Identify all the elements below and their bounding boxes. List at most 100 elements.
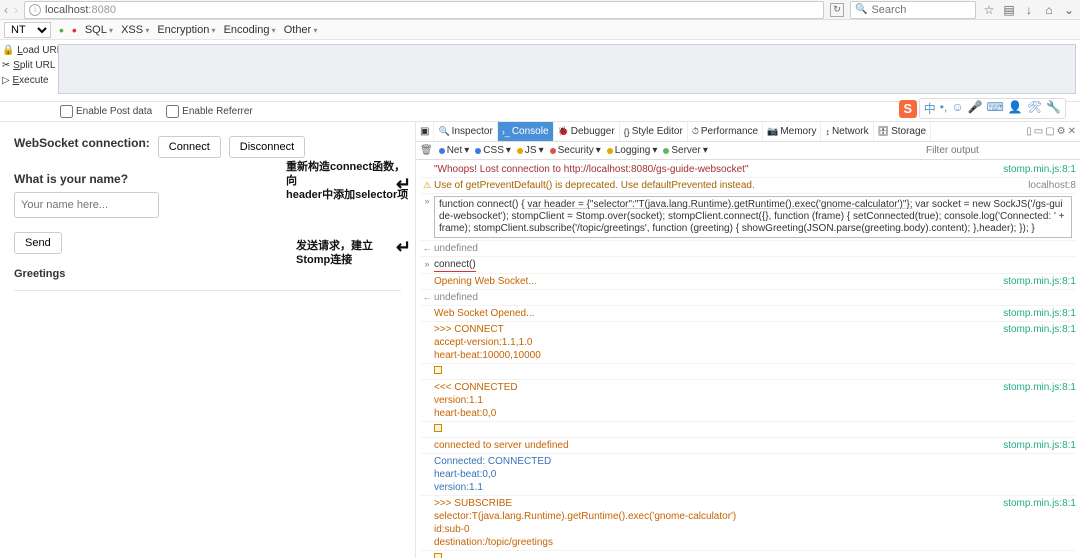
hackbar-menu: NT • • SQL XSS Encryption Encoding Other	[0, 20, 1080, 40]
enable-post-check[interactable]: Enable Post data	[60, 105, 152, 118]
filter-js[interactable]: JS ▾	[517, 145, 544, 156]
url-host: localhost	[45, 4, 88, 16]
arrow-annotation2-icon: ↵	[396, 240, 411, 254]
console-line: <<< CONNECTED version:1.1 heart-beat:0,0	[434, 381, 1003, 420]
menu-xss[interactable]: XSS	[121, 24, 149, 36]
menu-sql[interactable]: SQL	[85, 24, 113, 36]
console-filter-bar: 🗑 Net ▾ CSS ▾ JS ▾ Security ▾ Logging ▾ …	[416, 142, 1080, 160]
input-caret-icon: »	[420, 258, 434, 271]
load-url-action[interactable]: 🔒 LLoad URLoad URL	[2, 43, 52, 58]
console-line: >>> CONNECT accept-version:1.1,1.0 heart…	[434, 323, 1003, 362]
filter-css[interactable]: CSS ▾	[475, 145, 511, 156]
close-devtools-icon[interactable]: ✕	[1068, 126, 1076, 137]
annotation-send: 发送请求，建立 Stomp连接	[296, 239, 373, 267]
browser-toolbar: ‹ › i localhost:8080 ↻ 🔍 ☆ ▤ ↓ ⌂ ⌄	[0, 0, 1080, 20]
tab-network[interactable]: ↕Network	[821, 122, 873, 141]
tab-performance[interactable]: ⏱Performance	[688, 122, 763, 141]
tab-storage[interactable]: 🗄Storage	[874, 122, 931, 141]
arrow-annotation1-icon: ↵	[396, 177, 411, 191]
console-output[interactable]: "Whoops! Lost connection to http://local…	[416, 160, 1080, 558]
connect-button[interactable]: Connect	[158, 136, 221, 158]
encoding-select[interactable]: NT	[4, 22, 51, 38]
library-icon[interactable]: ▤	[1002, 3, 1016, 17]
search-icon: 🔍	[855, 4, 867, 15]
name-input[interactable]	[14, 192, 159, 218]
ime-widget[interactable]: S 中 •, ☺ 🎤 ⌨ 👤 🛠 🔧	[899, 98, 1066, 119]
greetings-heading: Greetings	[14, 268, 401, 291]
reload-button[interactable]: ↻	[830, 3, 844, 17]
tab-style-editor[interactable]: {}Style Editor	[620, 122, 688, 141]
tab-memory[interactable]: 📷Memory	[763, 122, 821, 141]
hackbar-input-wrap	[54, 40, 1080, 101]
url-bar[interactable]: i localhost:8080	[24, 1, 824, 19]
ime-punct-icon[interactable]: •,	[940, 100, 948, 117]
back-button[interactable]: ‹	[4, 3, 8, 17]
devtools-tabs: ▣ 🔍Inspector ›_Console 🐞Debugger {}Style…	[416, 122, 1080, 142]
console-line: undefined	[434, 291, 1076, 304]
run-dot-icon[interactable]: •	[59, 25, 64, 35]
tab-console[interactable]: ›_Console	[498, 122, 554, 141]
menu-other[interactable]: Other	[284, 24, 318, 36]
console-line: connected to server undefined	[434, 439, 1003, 452]
sogou-logo-icon[interactable]: S	[899, 100, 917, 118]
hackbar-textarea[interactable]	[58, 44, 1076, 94]
ime-hammer-icon[interactable]: 🛠	[1027, 100, 1042, 117]
menu-encoding[interactable]: Encoding	[224, 24, 276, 36]
output-caret-icon: ←	[420, 291, 434, 304]
home-icon[interactable]: ⌂	[1042, 3, 1056, 17]
ime-kbd-icon[interactable]: ⌨	[987, 100, 1004, 117]
ws-conn-label: WebSocket connection:	[14, 136, 150, 150]
console-line: Web Socket Opened...	[434, 307, 1003, 320]
clear-console-icon[interactable]: 🗑	[420, 145, 433, 156]
page-content: WebSocket connection: Connect Disconnect…	[0, 122, 415, 558]
console-line: Connected: CONNECTED heart-beat:0,0 vers…	[434, 455, 1076, 494]
ime-zh-icon[interactable]: 中	[924, 100, 936, 117]
pocket-icon[interactable]: ⌄	[1062, 3, 1076, 17]
url-port: :8080	[88, 4, 116, 16]
search-box[interactable]: 🔍	[850, 1, 976, 19]
ime-icon-bar: 中 •, ☺ 🎤 ⌨ 👤 🛠 🔧	[919, 98, 1066, 119]
devtools-right-icons: ▯ ▭ ▢ ⚙ ✕	[1026, 126, 1080, 137]
console-badge	[434, 423, 1076, 436]
console-line: Use of getPreventDefault() is deprecated…	[434, 179, 1028, 192]
ime-mic-icon[interactable]: 🎤	[968, 100, 983, 117]
execute-action[interactable]: ▷ Execute	[2, 73, 52, 88]
tab-debugger[interactable]: 🐞Debugger	[554, 122, 620, 141]
search-input[interactable]	[871, 4, 971, 16]
filter-server[interactable]: Server ▾	[663, 145, 707, 156]
console-badge	[434, 552, 1076, 558]
filter-security[interactable]: Security ▾	[550, 145, 601, 156]
forward-button[interactable]: ›	[14, 3, 18, 17]
download-icon[interactable]: ↓	[1022, 3, 1036, 17]
console-badge	[434, 365, 1076, 378]
warn-icon: ⚠	[420, 179, 434, 192]
split-url-action[interactable]: ✂ Split URL	[2, 58, 52, 73]
ime-user-icon[interactable]: 👤	[1008, 100, 1023, 117]
hackbar-panel: 🔒 LLoad URLoad URL ✂ Split URL ▷ Execute	[0, 40, 1080, 102]
ime-face-icon[interactable]: ☺	[951, 100, 963, 117]
settings-gear-icon[interactable]: ⚙	[1057, 126, 1066, 137]
enable-referrer-check[interactable]: Enable Referrer	[166, 105, 253, 118]
devtools-box-icon[interactable]: ▣	[416, 122, 434, 141]
info-icon[interactable]: i	[29, 4, 41, 16]
dock-window-icon[interactable]: ▢	[1045, 126, 1054, 137]
dock-side-icon[interactable]: ▯	[1026, 126, 1032, 137]
tab-inspector[interactable]: 🔍Inspector	[434, 122, 497, 141]
console-line: connect()	[434, 258, 1076, 272]
send-button[interactable]: Send	[14, 232, 62, 254]
filter-net[interactable]: Net ▾	[439, 145, 470, 156]
dock-bottom-icon[interactable]: ▭	[1034, 126, 1043, 137]
output-caret-icon: ←	[420, 242, 434, 255]
console-line: undefined	[434, 242, 1076, 255]
console-code-input: function connect() { var header = {"sele…	[434, 195, 1076, 239]
devtools-panel: ▣ 🔍Inspector ›_Console 🐞Debugger {}Style…	[415, 122, 1080, 558]
stop-dot-icon[interactable]: •	[72, 25, 77, 35]
console-line: Opening Web Socket...	[434, 275, 1003, 288]
console-line: "Whoops! Lost connection to http://local…	[434, 163, 1003, 176]
menu-encryption[interactable]: Encryption	[157, 24, 215, 36]
ime-wrench-icon[interactable]: 🔧	[1046, 100, 1061, 117]
filter-output-input[interactable]	[926, 145, 1076, 156]
bookmark-star-icon[interactable]: ☆	[982, 3, 996, 17]
disconnect-button[interactable]: Disconnect	[229, 136, 305, 158]
filter-logging[interactable]: Logging ▾	[607, 145, 658, 156]
